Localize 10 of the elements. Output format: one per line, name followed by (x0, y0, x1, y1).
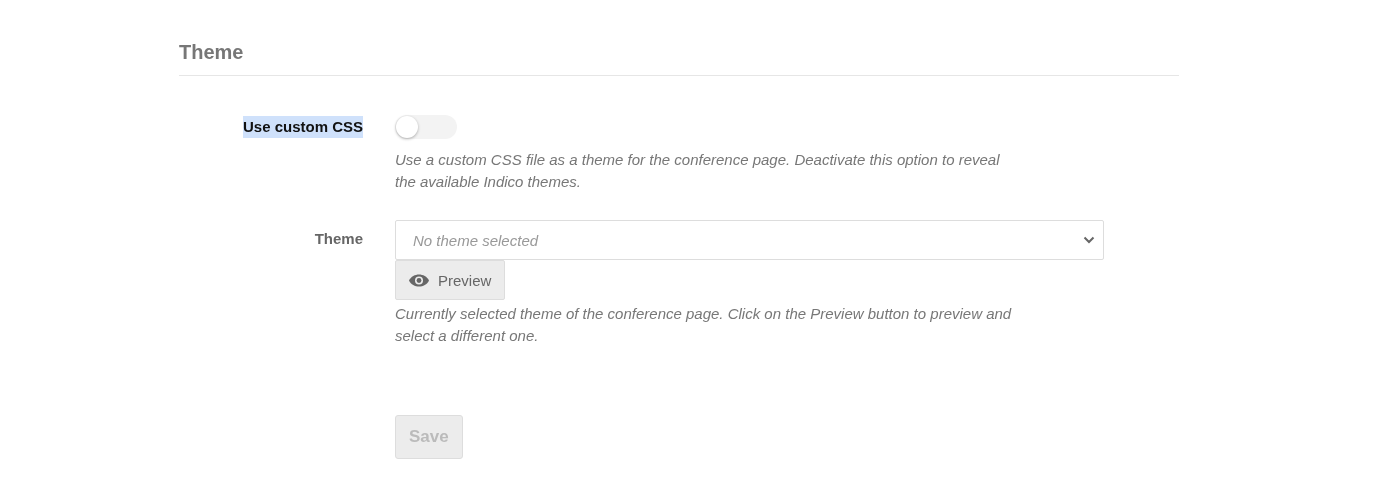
eye-icon (409, 273, 429, 287)
help-text: Use a custom CSS file as a theme for the conference page. Deactivate this option to reveal the available Indico themes. (395, 150, 1001, 192)
field-label: Use custom CSS (242, 116, 363, 138)
theme-select[interactable]: No theme selected (395, 220, 1104, 260)
field-label: Theme (314, 229, 363, 249)
help-text: Currently selected theme of the conference page. Click on the Preview button to preview and select a different one. (395, 304, 1013, 346)
section-title: Theme (179, 41, 244, 64)
chevron-down-icon (1083, 236, 1095, 244)
toggle-switch[interactable] (395, 115, 457, 139)
preview-button[interactable]: Preview (395, 260, 506, 300)
